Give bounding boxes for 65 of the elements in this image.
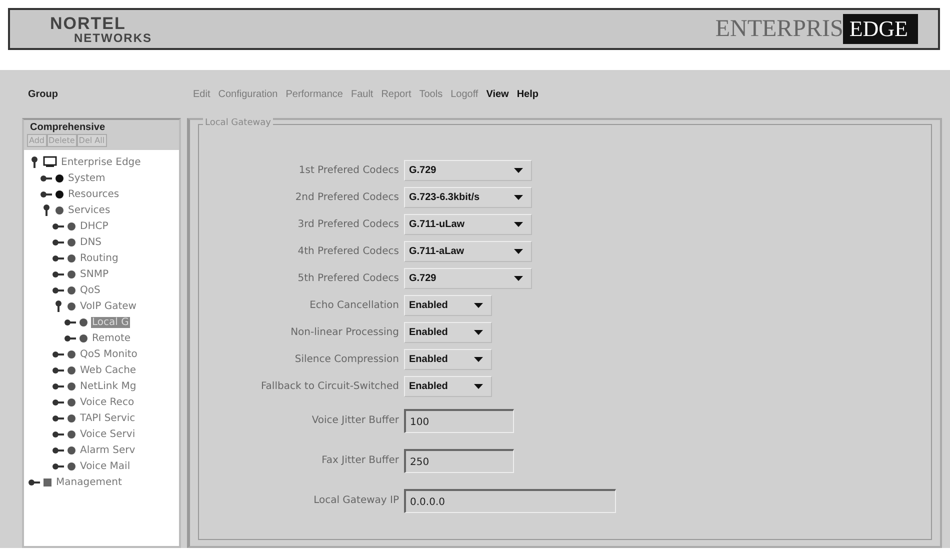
tree-item[interactable]: Voice Reco <box>79 396 136 408</box>
product-name: ENTERPRIS <box>715 16 844 42</box>
tree-item[interactable]: Resources <box>67 188 120 200</box>
dropdown[interactable]: Enabled <box>404 349 492 370</box>
field-label: Echo Cancellation <box>308 300 399 311</box>
menu-item[interactable]: Help <box>516 88 538 100</box>
caret-icon <box>514 249 523 254</box>
field-label: 2nd Prefered Codecs <box>294 192 399 203</box>
dropdown[interactable]: G.711-uLaw <box>404 214 532 235</box>
caret-icon <box>474 303 483 308</box>
tree-item[interactable]: Enterprise Edge <box>60 156 142 168</box>
tree-item[interactable]: DNS <box>79 236 103 248</box>
tree-item[interactable]: Services <box>67 204 112 216</box>
caret-icon <box>514 222 523 227</box>
tree-item[interactable]: Voice Servi <box>79 428 136 440</box>
tree-item[interactable]: Management <box>55 476 123 488</box>
tree-item[interactable]: QoS Monito <box>79 348 138 360</box>
dropdown[interactable]: G.729 <box>404 268 532 289</box>
tree-item[interactable]: DHCP <box>79 220 110 232</box>
menu-item[interactable]: View <box>486 88 509 100</box>
field-label: Fax Jitter Buffer <box>320 454 399 466</box>
caret-icon <box>514 168 523 173</box>
tree-item[interactable]: Local G <box>91 316 130 328</box>
dropdown[interactable]: G.723-6.3kbit/s <box>404 187 532 208</box>
panel-title: Comprehensive <box>24 120 179 133</box>
tree-item[interactable]: Web Cache <box>79 364 138 376</box>
tree-item[interactable]: Voice Mail <box>79 460 132 472</box>
caret-icon <box>514 195 523 200</box>
dropdown[interactable]: G.711-aLaw <box>404 241 532 262</box>
logo-text: NORTEL <box>50 14 127 32</box>
tree-item[interactable]: NetLink Mg <box>79 380 138 392</box>
dropdown[interactable]: G.729 <box>404 160 532 181</box>
logo-text: NETWORKS <box>74 32 152 44</box>
monitor-icon <box>43 156 57 168</box>
field-label: 1st Prefered Codecs <box>298 165 399 176</box>
group-label: Group <box>27 88 59 100</box>
dropdown[interactable]: Enabled <box>404 295 492 316</box>
field-label: 4th Prefered Codecs <box>296 246 399 257</box>
caret-icon <box>474 384 483 389</box>
product-badge: EDGE <box>843 14 918 44</box>
tree-item[interactable]: Remote <box>91 332 132 344</box>
field-label: Fallback to Circuit-Switched <box>260 381 399 392</box>
caret-icon <box>514 276 523 281</box>
field-label: Silence Compression <box>294 354 399 365</box>
input-field[interactable]: 0.0.0.0 <box>404 489 616 513</box>
field-label: 3rd Prefered Codecs <box>296 219 399 230</box>
field-label: 5th Prefered Codecs <box>296 273 399 284</box>
caret-icon <box>474 357 483 362</box>
dropdown[interactable]: Enabled <box>404 322 492 343</box>
input-field[interactable]: 250 <box>404 449 514 473</box>
group-title: Local Gateway <box>203 118 273 128</box>
tree-item[interactable]: Routing <box>79 252 120 264</box>
field-label: Local Gateway IP <box>312 494 399 506</box>
tree-item[interactable]: QoS <box>79 284 102 296</box>
dropdown[interactable]: Enabled <box>404 376 492 397</box>
tree-item[interactable]: Alarm Serv <box>79 444 136 456</box>
caret-icon <box>474 330 483 335</box>
square-icon <box>43 478 52 486</box>
field-label: Voice Jitter Buffer <box>310 414 399 426</box>
field-label: Non-linear Processing <box>290 327 399 338</box>
tree-item[interactable]: TAPI Servic <box>79 412 136 424</box>
tree-item[interactable]: System <box>67 172 106 184</box>
tree-item[interactable]: VoIP Gatew <box>79 300 138 312</box>
tree-item[interactable]: SNMP <box>79 268 110 280</box>
input-field[interactable]: 100 <box>404 409 514 433</box>
